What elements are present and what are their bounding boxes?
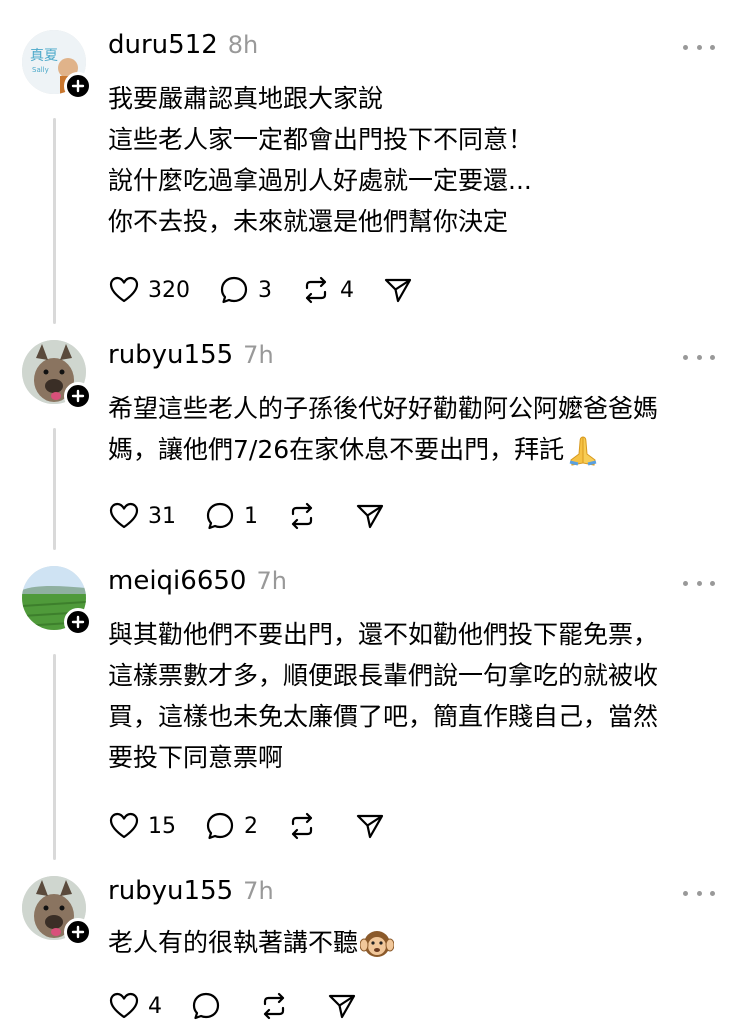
svg-text:Sally: Sally bbox=[32, 66, 49, 74]
post-text-line: 媽，讓他們7/26在家休息不要出門，拜託 bbox=[108, 429, 725, 470]
reply-count: 1 bbox=[244, 503, 258, 529]
like-button[interactable]: 320 bbox=[108, 274, 190, 306]
follow-plus-button[interactable] bbox=[64, 72, 92, 100]
post-text: 我要嚴肅認真地跟大家說這些老人家一定都會出門投下不同意！ 說什麼吃過拿過別人好處就… bbox=[108, 78, 725, 242]
thread-line bbox=[53, 654, 56, 860]
send-icon bbox=[356, 504, 384, 529]
plus-icon bbox=[71, 389, 85, 403]
post-text-line: 這些老人家一定都會出門投下不同意！ bbox=[108, 125, 534, 154]
reply-button[interactable]: 3 bbox=[218, 274, 272, 306]
follow-plus-button[interactable] bbox=[64, 608, 92, 636]
post-text-line: 老人有的很執著講不聽 bbox=[108, 922, 725, 963]
comment-icon bbox=[206, 502, 234, 530]
like-count: 4 bbox=[148, 993, 162, 1019]
like-count: 320 bbox=[148, 277, 190, 303]
action-bar: 31 1 bbox=[108, 498, 414, 534]
repost-icon bbox=[263, 992, 285, 1020]
post-text-segment: 媽，讓他們7/26在家休息不要出門，拜託 bbox=[108, 435, 565, 464]
comment-icon bbox=[206, 812, 234, 840]
like-count: 15 bbox=[148, 813, 176, 839]
timestamp: 8h bbox=[227, 31, 259, 59]
thread-line bbox=[53, 428, 56, 550]
comment-icon bbox=[192, 992, 220, 1020]
post-text-line: 說什麼吃過拿過別人好處就一定要還... bbox=[108, 166, 532, 195]
plus-icon bbox=[71, 925, 85, 939]
share-button[interactable] bbox=[382, 274, 414, 306]
repost-button[interactable]: 4 bbox=[300, 274, 354, 306]
repost-icon bbox=[305, 276, 327, 304]
post-text-line: 買，這樣也未免太廉價了吧，簡直作賤自己，當然 bbox=[108, 702, 659, 731]
timestamp: 7h bbox=[243, 877, 274, 905]
post-text: 老人有的很執著講不聽 bbox=[108, 922, 725, 963]
post-header: rubyu155 7h bbox=[108, 876, 274, 912]
repost-button[interactable] bbox=[258, 990, 298, 1022]
plus-icon bbox=[71, 615, 85, 629]
share-button[interactable] bbox=[354, 810, 386, 842]
like-button[interactable]: 4 bbox=[108, 990, 162, 1022]
share-button[interactable] bbox=[326, 990, 358, 1022]
repost-count: 4 bbox=[340, 277, 354, 303]
post-header: duru512 8h bbox=[108, 30, 258, 66]
heart-icon bbox=[109, 502, 139, 529]
reply-button[interactable]: 1 bbox=[204, 500, 258, 532]
follow-plus-button[interactable] bbox=[64, 382, 92, 410]
send-icon bbox=[384, 278, 412, 303]
action-bar: 15 2 bbox=[108, 808, 414, 844]
reply-button[interactable]: 2 bbox=[204, 810, 258, 842]
reply-count: 2 bbox=[244, 813, 258, 839]
action-bar: 320 3 4 bbox=[108, 272, 442, 308]
post-text-line: 希望這些老人的子孫後代好好勸勸阿公阿嬤爸爸媽 bbox=[108, 394, 659, 423]
timestamp: 7h bbox=[243, 341, 274, 369]
post-text-line: 與其勸他們不要出門，還不如勸他們投下罷免票， bbox=[108, 620, 659, 649]
comment-icon bbox=[220, 276, 248, 304]
username[interactable]: rubyu155 bbox=[108, 876, 233, 906]
send-icon bbox=[356, 814, 384, 839]
post-text: 與其勸他們不要出門，還不如勸他們投下罷免票， 這樣票數才多，順便跟長輩們說一句拿吃… bbox=[108, 614, 725, 778]
heart-icon bbox=[109, 276, 139, 303]
thread-line bbox=[53, 118, 56, 324]
timestamp: 7h bbox=[256, 567, 287, 595]
svg-text:真夏: 真夏 bbox=[30, 48, 58, 64]
heart-icon bbox=[109, 812, 139, 839]
repost-button[interactable] bbox=[286, 500, 326, 532]
post-text-line: 你不去投，未來就還是他們幫你決定 bbox=[108, 207, 509, 236]
more-options-icon[interactable] bbox=[683, 352, 715, 362]
hear-no-evil-monkey-emoji-icon bbox=[360, 931, 395, 957]
like-button[interactable]: 15 bbox=[108, 810, 176, 842]
more-options-icon[interactable] bbox=[683, 888, 715, 898]
username[interactable]: duru512 bbox=[108, 30, 218, 60]
like-button[interactable]: 31 bbox=[108, 500, 176, 532]
more-options-icon[interactable] bbox=[683, 578, 715, 588]
repost-icon bbox=[291, 812, 313, 840]
heart-icon bbox=[109, 992, 139, 1019]
post-header: rubyu155 7h bbox=[108, 340, 274, 376]
repost-button[interactable] bbox=[286, 810, 326, 842]
post-text-line: 這樣票數才多，順便跟長輩們說一句拿吃的就被收 bbox=[108, 661, 659, 690]
like-count: 31 bbox=[148, 503, 176, 529]
share-button[interactable] bbox=[354, 500, 386, 532]
post-header: meiqi6650 7h bbox=[108, 566, 287, 602]
folded-hands-emoji-icon bbox=[569, 436, 597, 466]
post-text-segment: 老人有的很執著講不聽 bbox=[108, 928, 359, 957]
repost-icon bbox=[291, 502, 313, 530]
send-icon bbox=[328, 994, 356, 1019]
reply-count: 3 bbox=[258, 277, 272, 303]
more-options-icon[interactable] bbox=[683, 42, 715, 52]
follow-plus-button[interactable] bbox=[64, 918, 92, 946]
reply-button[interactable] bbox=[190, 990, 230, 1022]
action-bar: 4 bbox=[108, 988, 386, 1024]
username[interactable]: rubyu155 bbox=[108, 340, 233, 370]
post-text: 希望這些老人的子孫後代好好勸勸阿公阿嬤爸爸媽 媽，讓他們7/26在家休息不要出門，… bbox=[108, 388, 725, 470]
username[interactable]: meiqi6650 bbox=[108, 566, 246, 596]
plus-icon bbox=[71, 79, 85, 93]
post-text-line: 我要嚴肅認真地跟大家說 bbox=[108, 84, 384, 113]
post-text-line: 要投下同意票啊 bbox=[108, 743, 284, 772]
